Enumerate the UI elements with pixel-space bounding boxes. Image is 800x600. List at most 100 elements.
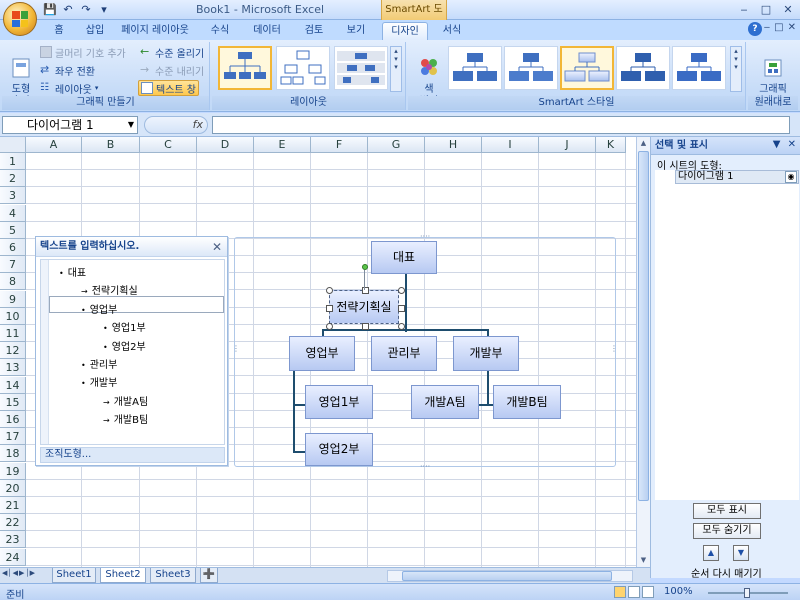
org-box-dev[interactable]: 개발부 — [453, 336, 519, 371]
row-header[interactable]: 3 — [0, 187, 26, 205]
resize-handle[interactable] — [326, 323, 333, 330]
sheet-tab-3[interactable]: Sheet3 — [150, 568, 196, 583]
insert-function-button[interactable]: fx — [144, 116, 208, 134]
org-box-admin[interactable]: 관리부 — [371, 336, 437, 371]
column-header[interactable]: I — [482, 137, 539, 153]
text-pane-item[interactable]: • 대표 — [59, 264, 86, 279]
layout-gallery-item-1[interactable] — [218, 46, 272, 90]
save-icon[interactable]: 💾 — [42, 2, 58, 17]
add-bullet-button[interactable]: 글머리 기호 추가 — [40, 44, 126, 60]
zoom-slider-thumb[interactable] — [744, 588, 750, 598]
workbook-close-icon[interactable]: ✕ — [788, 22, 796, 33]
text-pane-button[interactable]: 텍스트 창 — [138, 80, 199, 96]
style-gallery-item-4[interactable] — [616, 46, 670, 90]
formula-input[interactable] — [212, 116, 790, 134]
org-box-sales[interactable]: 영업부 — [289, 336, 355, 371]
row-header[interactable]: 23 — [0, 531, 26, 549]
demote-button[interactable]: → 수준 내리기 — [140, 62, 204, 78]
minimize-icon[interactable]: ‒ — [736, 2, 752, 17]
frame-handle-top[interactable]: ···· — [420, 233, 430, 241]
row-header[interactable]: 7 — [0, 256, 26, 274]
customize-qat-icon[interactable]: ▾ — [96, 2, 112, 17]
row-header[interactable]: 5 — [0, 221, 26, 239]
workbook-restore-icon[interactable]: □ — [774, 22, 783, 33]
sheet-tab-2[interactable]: Sheet2 — [100, 568, 146, 583]
text-pane-item[interactable]: • 영업1부 — [103, 319, 146, 334]
style-gallery-scroll[interactable]: ▴ ▾ ▾ — [730, 46, 742, 92]
redo-icon[interactable]: ↷ — [78, 2, 94, 17]
hide-all-button[interactable]: 모두 숨기기 — [693, 523, 761, 539]
row-header[interactable]: 16 — [0, 411, 26, 428]
horizontal-scrollbar[interactable] — [387, 570, 633, 582]
style-gallery-item-1[interactable] — [448, 46, 502, 90]
column-header[interactable]: G — [368, 137, 425, 153]
tab-format[interactable]: 서식 — [432, 22, 472, 40]
org-box-ceo[interactable]: 대표 — [371, 241, 437, 274]
org-box-strategy[interactable]: 전략기획실 — [329, 290, 399, 324]
row-header[interactable]: 19 — [0, 462, 26, 480]
row-header[interactable]: 4 — [0, 204, 26, 222]
text-pane-item[interactable]: • 개발부 — [81, 374, 117, 389]
maximize-icon[interactable]: □ — [758, 2, 774, 17]
style-gallery-item-3[interactable] — [560, 46, 614, 90]
office-button[interactable] — [3, 2, 37, 36]
visibility-eye-icon[interactable]: ◉ — [785, 171, 797, 183]
tab-formulas[interactable]: 수식 — [200, 22, 240, 40]
chevron-down-icon[interactable]: ▼ — [773, 139, 781, 150]
tab-design[interactable]: 디자인 — [382, 22, 428, 40]
resize-handle[interactable] — [326, 305, 333, 312]
close-icon[interactable]: ✕ — [780, 2, 796, 17]
text-pane-item[interactable]: • 관리부 — [81, 356, 117, 371]
org-box-dev-a[interactable]: 개발A팀 — [411, 385, 479, 419]
normal-view-icon[interactable] — [614, 586, 626, 598]
text-pane-footer-link[interactable]: 조직도형... — [40, 447, 225, 463]
text-pane-item[interactable]: → 개발B팀 — [103, 411, 148, 426]
style-gallery-item-2[interactable] — [504, 46, 558, 90]
zoom-slider[interactable] — [708, 588, 788, 598]
org-box-sales1[interactable]: 영업1부 — [305, 385, 373, 419]
layout-gallery-scroll[interactable]: ▴ ▾ ▾ — [390, 46, 402, 92]
page-break-view-icon[interactable] — [642, 586, 654, 598]
frame-handle-right[interactable]: ⋮ — [610, 345, 618, 353]
last-sheet-icon[interactable]: │▶ — [25, 569, 35, 577]
move-down-icon[interactable]: ▼ — [733, 545, 749, 561]
style-gallery-item-5[interactable] — [672, 46, 726, 90]
scroll-down-icon[interactable]: ▼ — [637, 554, 650, 567]
promote-button[interactable]: ← 수준 올리기 — [140, 44, 204, 60]
page-layout-view-icon[interactable] — [628, 586, 640, 598]
column-header[interactable]: A — [26, 137, 82, 153]
column-header[interactable]: B — [82, 137, 140, 153]
frame-handle-left[interactable]: ⋮ — [232, 345, 240, 353]
tab-review[interactable]: 검토 — [294, 22, 334, 40]
text-pane-item[interactable]: • 영업2부 — [103, 338, 146, 353]
tab-page-layout[interactable]: 페이지 레이아웃 — [114, 22, 196, 40]
frame-handle-bottom[interactable]: ···· — [420, 463, 430, 471]
close-icon[interactable]: ✕ — [212, 240, 222, 254]
row-header[interactable]: 13 — [0, 359, 26, 377]
org-box-dev-b[interactable]: 개발B팀 — [493, 385, 561, 419]
row-header[interactable]: 22 — [0, 514, 26, 532]
row-header[interactable]: 17 — [0, 428, 26, 446]
text-pane-list[interactable]: • 대표 → 전략기획실 • 영업부 • 영업1부 • 영업2부 • 관리부 • 개발부 → 개발A팀 → 개발B… — [40, 259, 225, 445]
show-all-button[interactable]: 모두 표시 — [693, 503, 761, 519]
move-up-icon[interactable]: ▲ — [703, 545, 719, 561]
column-header[interactable]: J — [539, 137, 596, 153]
layout-gallery-item-2[interactable] — [276, 46, 330, 90]
select-all-corner[interactable] — [0, 137, 26, 153]
vertical-scrollbar[interactable]: ▲ ▼ — [636, 137, 650, 567]
resize-handle[interactable] — [398, 305, 405, 312]
layout-dropdown-button[interactable]: ☷ 레이아웃 ▾ — [40, 80, 98, 96]
right-to-left-button[interactable]: ⇄ 좌우 전환 — [40, 62, 95, 78]
sheet-tab-1[interactable]: Sheet1 — [52, 568, 96, 583]
column-header[interactable]: C — [140, 137, 197, 153]
first-sheet-icon[interactable]: ◀│ — [2, 569, 12, 577]
row-header[interactable]: 6 — [0, 239, 26, 256]
workbook-minimize-icon[interactable]: ‒ — [764, 22, 770, 33]
column-header[interactable]: F — [311, 137, 368, 153]
row-header[interactable]: 18 — [0, 445, 26, 463]
prev-sheet-icon[interactable]: ◀ — [13, 569, 18, 577]
text-pane-item[interactable]: → 전략기획실 — [81, 282, 138, 297]
tab-view[interactable]: 보기 — [336, 22, 376, 40]
row-header[interactable]: 21 — [0, 497, 26, 514]
horizontal-scroll-thumb[interactable] — [402, 571, 612, 581]
